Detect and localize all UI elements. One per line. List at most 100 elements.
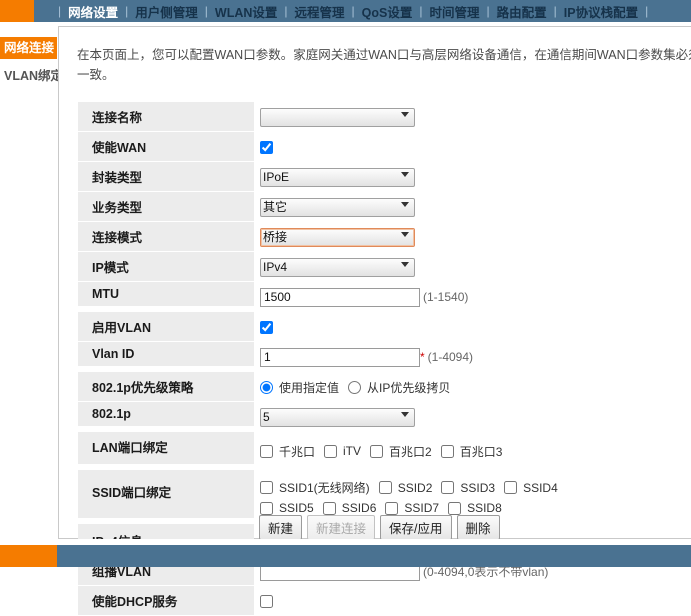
ssid6-label: SSID6 — [342, 501, 377, 515]
vlan-id-input[interactable] — [260, 348, 420, 367]
nav-item-ip-stack-config[interactable]: IP协议栈配置 — [563, 2, 639, 21]
ssid1-checkbox[interactable] — [260, 481, 273, 494]
ssid6-checkbox[interactable] — [323, 502, 336, 515]
checkbox-lan-gigabit[interactable]: 千兆口 — [260, 443, 315, 460]
checkbox-lan-100m-3[interactable]: 百兆口3 — [441, 443, 503, 460]
nav-item-qos-settings[interactable]: QoS设置 — [361, 2, 414, 21]
brand-block — [0, 0, 34, 22]
nav-item-wlan-settings[interactable]: WLAN设置 — [214, 2, 279, 21]
ssid3-label: SSID3 — [460, 481, 495, 495]
lan-itv-checkbox[interactable] — [324, 445, 337, 458]
ssid7-label: SSID7 — [404, 501, 439, 515]
field-8021p-policy: 802.1p优先级策略 使用指定值 从IP优先级拷贝 — [78, 372, 691, 402]
mtu-hint: (1-1540) — [423, 290, 468, 304]
checkbox-ssid8[interactable]: SSID8 — [448, 501, 502, 515]
checkbox-lan-100m-2[interactable]: 百兆口2 — [370, 443, 432, 460]
form-action-buttons: 新建 新建连接 保存/应用 删除 — [259, 515, 500, 540]
ssid5-checkbox[interactable] — [260, 502, 273, 515]
nav-item-routing-config[interactable]: 路由配置 — [496, 2, 548, 21]
enable-dhcp-checkbox[interactable] — [260, 595, 273, 608]
label-ip-mode: IP模式 — [78, 252, 254, 281]
lan-itv-label: iTV — [343, 444, 361, 458]
ssid-row-2: SSID5 SSID6 SSID7 SSID8 — [260, 501, 511, 515]
ip-mode-select-wrap: IPv4 — [260, 258, 415, 277]
sidebar-item-vlan-binding[interactable]: VLAN绑定 — [0, 59, 57, 87]
new-connection-button[interactable]: 新建连接 — [307, 515, 375, 540]
ssid2-checkbox[interactable] — [379, 481, 392, 494]
ip-mode-select[interactable]: IPv4 — [260, 258, 415, 277]
connection-name-select[interactable] — [260, 108, 415, 127]
radio-use-specified-value[interactable]: 使用指定值 — [260, 379, 339, 396]
label-connection-mode: 连接模式 — [78, 222, 254, 251]
copy-from-ip-priority-label: 从IP优先级拷贝 — [367, 379, 450, 396]
delete-button[interactable]: 删除 — [457, 515, 500, 540]
ssid8-checkbox[interactable] — [448, 502, 461, 515]
label-enable-vlan: 启用VLAN — [78, 312, 254, 341]
ssid7-checkbox[interactable] — [385, 502, 398, 515]
connection-name-select-wrap — [260, 108, 415, 127]
nav-item-remote-management[interactable]: 远程管理 — [294, 2, 346, 21]
8021p-select[interactable]: 5 — [260, 408, 415, 427]
copy-from-ip-priority-radio[interactable] — [348, 381, 361, 394]
use-specified-value-radio[interactable] — [260, 381, 273, 394]
ssid4-label: SSID4 — [523, 481, 558, 495]
field-encapsulation-type: 封装类型 IPoE — [78, 162, 691, 192]
label-lan-port-binding: LAN端口绑定 — [78, 432, 254, 464]
enable-vlan-checkbox[interactable] — [260, 321, 273, 334]
service-type-select-wrap: 其它 — [260, 198, 415, 217]
field-vlan-id: Vlan ID *(1-4094) — [78, 342, 691, 372]
encapsulation-select-wrap: IPoE — [260, 168, 415, 187]
bottom-bar — [0, 545, 691, 567]
checkbox-ssid7[interactable]: SSID7 — [385, 501, 439, 515]
label-8021p: 802.1p — [78, 402, 254, 426]
field-mtu: MTU (1-1540) — [78, 282, 691, 312]
nav-item-user-side-management[interactable]: 用户侧管理 — [134, 2, 199, 21]
checkbox-ssid6[interactable]: SSID6 — [323, 501, 377, 515]
label-8021p-policy: 802.1p优先级策略 — [78, 372, 254, 401]
mtu-input[interactable] — [260, 288, 420, 307]
ssid3-checkbox[interactable] — [441, 481, 454, 494]
ssid8-label: SSID8 — [467, 501, 502, 515]
lan-100m-2-label: 百兆口2 — [389, 443, 432, 460]
nav-separator: | — [125, 4, 128, 18]
checkbox-ssid5[interactable]: SSID5 — [260, 501, 314, 515]
radio-copy-from-ip-priority[interactable]: 从IP优先级拷贝 — [348, 379, 450, 396]
nav-separator: | — [554, 4, 557, 18]
checkbox-ssid3[interactable]: SSID3 — [441, 481, 495, 495]
field-ip-mode: IP模式 IPv4 — [78, 252, 691, 282]
sidebar-item-network-connection[interactable]: 网络连接 — [0, 37, 57, 59]
nav-separator: | — [352, 4, 355, 18]
enable-wan-checkbox[interactable] — [260, 141, 273, 154]
field-connection-mode: 连接模式 桥接 — [78, 222, 691, 252]
checkbox-lan-itv[interactable]: iTV — [324, 444, 361, 458]
service-type-select[interactable]: 其它 — [260, 198, 415, 217]
new-button[interactable]: 新建 — [259, 515, 302, 540]
top-navigation-bar: | 网络设置 | 用户侧管理 | WLAN设置 | 远程管理 | QoS设置 |… — [0, 0, 691, 22]
sidebar: 网络连接 VLAN绑定 — [0, 22, 57, 539]
use-specified-value-label: 使用指定值 — [279, 379, 339, 396]
field-enable-dhcp: 使能DHCP服务 — [78, 586, 691, 616]
lan-gigabit-label: 千兆口 — [279, 443, 315, 460]
nav-separator: | — [205, 4, 208, 18]
main-nav: | 网络设置 | 用户侧管理 | WLAN设置 | 远程管理 | QoS设置 |… — [52, 0, 654, 22]
nav-item-network-settings[interactable]: 网络设置 — [67, 2, 119, 21]
field-enable-wan: 使能WAN — [78, 132, 691, 162]
encapsulation-select[interactable]: IPoE — [260, 168, 415, 187]
nav-separator: | — [487, 4, 490, 18]
lan-100m-3-checkbox[interactable] — [441, 445, 454, 458]
checkbox-ssid4[interactable]: SSID4 — [504, 481, 558, 495]
lan-gigabit-checkbox[interactable] — [260, 445, 273, 458]
save-apply-button[interactable]: 保存/应用 — [380, 515, 451, 540]
connection-mode-select[interactable]: 桥接 — [260, 228, 415, 247]
ssid4-checkbox[interactable] — [504, 481, 517, 494]
field-connection-name: 连接名称 — [78, 102, 691, 132]
bottom-bar-accent — [0, 545, 57, 567]
nav-separator: | — [284, 4, 287, 18]
label-encapsulation-type: 封装类型 — [78, 162, 254, 191]
checkbox-ssid2[interactable]: SSID2 — [379, 481, 433, 495]
checkbox-ssid1[interactable]: SSID1(无线网络) — [260, 479, 370, 496]
nav-item-time-management[interactable]: 时间管理 — [429, 2, 481, 21]
content-panel: 在本页面上，您可以配置WAN口参数。家庭网关通过WAN口与高层网络设备通信，在通… — [58, 26, 691, 539]
lan-100m-2-checkbox[interactable] — [370, 445, 383, 458]
label-mtu: MTU — [78, 282, 254, 306]
